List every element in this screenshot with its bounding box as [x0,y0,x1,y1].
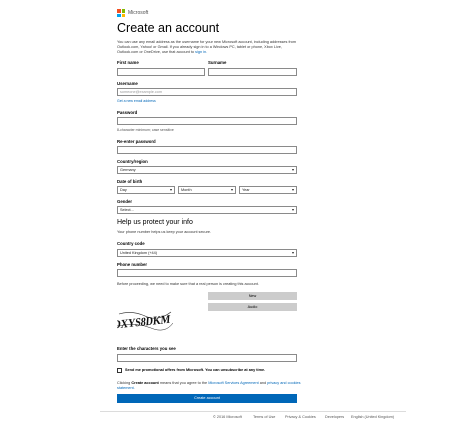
password-field[interactable] [117,117,297,125]
sign-in-link[interactable]: sign in. [195,50,207,54]
promo-checkbox[interactable] [117,368,122,373]
footer-terms-link[interactable]: Terms of Use [253,415,275,419]
chevron-down-icon: ▾ [291,250,294,255]
first-name-label: First name [117,60,139,65]
services-agreement-link[interactable]: Microsoft Services Agreement [208,381,258,385]
phone-label: Phone number [117,262,148,267]
footer-developers-link[interactable]: Developers [325,415,344,419]
footer-privacy-link[interactable]: Privacy & Cookies [285,415,316,419]
protect-heading: Help us protect your info [117,219,193,226]
dob-month-value: Month [181,188,192,192]
header: Microsoft [117,9,148,17]
chevron-down-icon: ▾ [230,187,233,192]
footer-divider [100,411,406,412]
dob-month-select[interactable]: Month ▾ [178,186,236,194]
intro-text: You can use any email address as the use… [117,40,297,55]
username-field[interactable]: someone@example.com [117,88,297,96]
dob-day-select[interactable]: Day ▾ [117,186,175,194]
country-code-label: Country code [117,241,145,246]
microsoft-logo-icon [117,9,125,17]
country-value: Germany [120,168,136,172]
chevron-down-icon: ▾ [291,187,294,192]
country-code-select[interactable]: United Kingdom (+44) ▾ [117,249,297,257]
brand-name: Microsoft [128,10,149,16]
captcha-image: DXYS8DKM [117,292,173,342]
reenter-password-field[interactable] [117,146,297,154]
promo-checkbox-label: Send me promotional offers from Microsof… [125,368,266,372]
footer-copyright: © 2016 Microsoft [213,415,242,419]
surname-label: Surname [208,60,227,65]
footer-language-link[interactable]: English (United Kingdom) [351,415,394,419]
chevron-down-icon: ▾ [291,167,294,172]
phone-field[interactable] [117,269,297,277]
dob-year-value: Year [242,188,250,192]
terms-prefix: Clicking [117,381,131,385]
get-new-email-link[interactable]: Get a new email address [117,99,156,103]
captcha-input-field[interactable] [117,354,297,362]
gender-label: Gender [117,199,133,204]
captcha-input-label: Enter the characters you see [117,346,176,351]
page-title: Create an account [117,21,220,35]
captcha-text: DXYS8DKM [117,312,171,332]
reenter-password-label: Re-enter password [117,139,156,144]
dob-day-value: Day [120,188,127,192]
gender-value: Select... [120,208,134,212]
surname-field[interactable] [208,68,297,76]
terms-text: Clicking Create account means that you a… [117,381,302,391]
chevron-down-icon: ▾ [169,187,172,192]
first-name-field[interactable] [117,68,205,76]
protect-text: Your phone number helps us keep your acc… [117,230,211,234]
password-label: Password [117,110,138,115]
captcha-new-button[interactable]: New [208,292,297,300]
captcha-intro: Before proceeding, we need to make sure … [117,282,259,286]
dob-label: Date of birth [117,179,143,184]
chevron-down-icon: ▾ [291,207,294,212]
terms-bold: Create account [131,381,159,385]
terms-middle: means that you agree to the [159,381,208,385]
create-account-button[interactable]: Create account [117,394,297,403]
password-hint: 8-character minimum; case sensitive [117,128,174,132]
country-code-value: United Kingdom (+44) [120,251,158,255]
dob-year-select[interactable]: Year ▾ [239,186,297,194]
gender-select[interactable]: Select... ▾ [117,206,297,214]
country-label: Country/region [117,159,148,164]
username-label: Username [117,81,138,86]
country-select[interactable]: Germany ▾ [117,166,297,174]
captcha-audio-button[interactable]: Audio [208,303,297,311]
terms-and: and [259,381,267,385]
